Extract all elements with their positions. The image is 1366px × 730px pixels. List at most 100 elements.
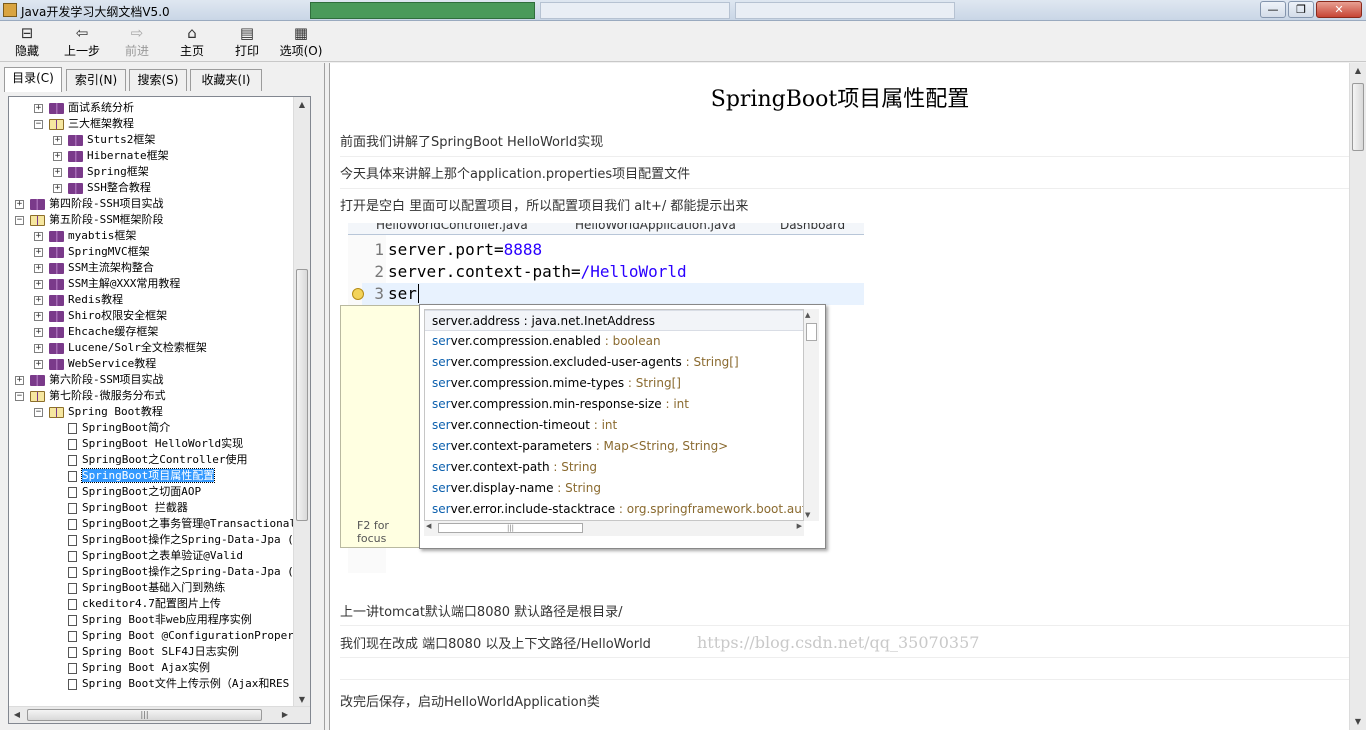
scroll-left-arrow-icon[interactable]: ◀: [9, 707, 25, 723]
tree-item[interactable]: Spring Boot SLF4J日志实例: [53, 644, 239, 660]
home-button[interactable]: ⌂ 主页: [176, 24, 208, 60]
print-button[interactable]: ▤ 打印: [231, 24, 263, 60]
scroll-down-arrow-icon[interactable]: ▼: [1350, 714, 1366, 730]
tree-item[interactable]: Spring Boot Ajax实例: [53, 660, 210, 676]
collapse-icon[interactable]: −: [15, 391, 24, 401]
page-icon: [68, 518, 77, 530]
scroll-thumb[interactable]: [296, 269, 308, 521]
suggestion-item: server.display-name : String: [432, 481, 601, 495]
tree-item[interactable]: SpringBoot之Controller使用: [53, 452, 247, 468]
tree-item[interactable]: Spring Boot非web应用程序实例: [53, 612, 252, 628]
expand-icon[interactable]: +: [34, 231, 43, 241]
collapse-icon[interactable]: −: [34, 119, 43, 129]
tree-item[interactable]: − 三大框架教程: [34, 116, 134, 132]
tree-item[interactable]: + Spring框架: [53, 164, 149, 180]
close-button[interactable]: ✕: [1316, 1, 1362, 18]
page-icon: [68, 438, 77, 450]
tab-search[interactable]: 搜索(S): [129, 69, 187, 91]
tree-item[interactable]: SpringBoot操作之Spring-Data-Jpa (-: [53, 532, 300, 548]
tree-item[interactable]: ckeditor4.7配置图片上传: [53, 596, 221, 612]
tree-item[interactable]: Spring Boot @ConfigurationPropertie: [53, 628, 310, 644]
open-book-icon: [30, 214, 45, 226]
tree-vertical-scrollbar[interactable]: ▲ ▼: [293, 97, 310, 708]
restore-button[interactable]: ❐: [1288, 1, 1314, 18]
expand-icon[interactable]: +: [53, 135, 62, 145]
tree-item[interactable]: SpringBoot简介: [53, 420, 170, 436]
tree-item[interactable]: SpringBoot项目属性配置: [53, 468, 216, 484]
tree-item[interactable]: + Lucene/Solr全文检索框架: [34, 340, 207, 356]
back-button[interactable]: ⇦ 上一步: [62, 24, 102, 60]
expand-icon[interactable]: +: [34, 295, 43, 305]
tab-index[interactable]: 索引(N): [66, 69, 126, 91]
collapse-icon[interactable]: −: [15, 215, 24, 225]
scroll-thumb[interactable]: [1352, 83, 1364, 151]
scroll-right-arrow-icon[interactable]: ▶: [277, 707, 293, 723]
tree-item-label: Redis教程: [68, 293, 124, 306]
expand-icon[interactable]: +: [53, 167, 62, 177]
tree-item[interactable]: − Spring Boot教程: [34, 404, 163, 420]
tree-item[interactable]: + Redis教程: [34, 292, 123, 308]
tree-item[interactable]: SpringBoot操作之Spring-Data-Jpa (二: [53, 564, 305, 580]
open-book-icon: [49, 406, 64, 418]
tree-item-label: 第六阶段-SSM项目实战: [49, 373, 164, 386]
expand-icon[interactable]: +: [53, 183, 62, 193]
tree-item[interactable]: + SSH整合教程: [53, 180, 151, 196]
tree-item[interactable]: − 第五阶段-SSM框架阶段: [15, 212, 164, 228]
tree-item[interactable]: + 第四阶段-SSH项目实战: [15, 196, 164, 212]
expand-icon[interactable]: +: [34, 311, 43, 321]
minimize-button[interactable]: —: [1260, 1, 1286, 18]
book-icon: [49, 326, 64, 338]
editor-tab: HelloWorldApplication.java: [575, 223, 736, 232]
tree-item[interactable]: + 面试系统分析: [34, 100, 134, 116]
code-line: 2 server.context-path=/HelloWorld: [374, 262, 687, 281]
tree-item[interactable]: + myabtis框架: [34, 228, 136, 244]
expand-icon[interactable]: +: [34, 279, 43, 289]
tree-item[interactable]: + Sturts2框架: [53, 132, 155, 148]
expand-icon[interactable]: +: [34, 247, 43, 257]
hscroll-thumb[interactable]: |||: [27, 709, 262, 721]
tree-item[interactable]: SpringBoot之事务管理@Transactional: [53, 516, 296, 532]
expand-icon[interactable]: +: [34, 263, 43, 273]
tree-item[interactable]: SpringBoot基础入门到熟练: [53, 580, 225, 596]
javadoc-hover-pane: F2 for focus: [340, 305, 420, 548]
tree-item[interactable]: + 第六阶段-SSM项目实战: [15, 372, 164, 388]
expand-icon[interactable]: +: [34, 359, 43, 369]
tab-favorites[interactable]: 收藏夹(I): [190, 69, 262, 91]
tab-contents[interactable]: 目录(C): [4, 67, 62, 92]
code-line: 1 server.port=8888: [374, 240, 543, 259]
tree-item[interactable]: SpringBoot 拦截器: [53, 500, 188, 516]
tree-item[interactable]: SpringBoot HelloWorld实现: [53, 436, 243, 452]
expand-icon[interactable]: +: [15, 375, 24, 385]
options-button[interactable]: ▦ 选项(O): [278, 24, 324, 60]
tree-item[interactable]: + Hibernate框架: [53, 148, 169, 164]
tree-item[interactable]: + SSM主流架构整合: [34, 260, 154, 276]
open-book-icon: [30, 390, 45, 402]
forward-button[interactable]: ⇨ 前进: [122, 24, 152, 60]
expand-icon[interactable]: +: [34, 343, 43, 353]
hide-button[interactable]: ⊟ 隐藏: [10, 24, 44, 60]
open-book-icon: [49, 118, 64, 130]
collapse-icon[interactable]: −: [34, 407, 43, 417]
expand-icon[interactable]: +: [34, 327, 43, 337]
scroll-thumb: [806, 323, 817, 341]
tree-horizontal-scrollbar[interactable]: ◀ ||| ▶: [9, 706, 310, 723]
tree-item-label: Shiro权限安全框架: [68, 309, 168, 322]
tree-item[interactable]: − 第七阶段-微服务分布式: [15, 388, 166, 404]
tree-item[interactable]: + SpringMVC框架: [34, 244, 150, 260]
expand-icon[interactable]: +: [15, 199, 24, 209]
page-icon: [68, 646, 77, 658]
tree-item[interactable]: SpringBoot之切面AOP: [53, 484, 201, 500]
tree-item[interactable]: SpringBoot之表单验证@Valid: [53, 548, 243, 564]
tree-item-label: Spring Boot Ajax实例: [82, 661, 210, 674]
scroll-up-arrow-icon[interactable]: ▲: [1350, 63, 1366, 79]
content-vertical-scrollbar[interactable]: ▲ ▼: [1349, 63, 1366, 730]
tree-item[interactable]: + WebService教程: [34, 356, 156, 372]
tree-item-label: SpringBoot之表单验证@Valid: [82, 549, 243, 562]
expand-icon[interactable]: +: [34, 103, 43, 113]
tree-item[interactable]: + Shiro权限安全框架: [34, 308, 167, 324]
expand-icon[interactable]: +: [53, 151, 62, 161]
scroll-up-arrow-icon[interactable]: ▲: [294, 97, 310, 113]
tree-item[interactable]: + SSM主解@XXX常用教程: [34, 276, 180, 292]
tree-item[interactable]: Spring Boot文件上传示例（Ajax和RES: [53, 676, 289, 692]
tree-item[interactable]: + Ehcache缓存框架: [34, 324, 158, 340]
